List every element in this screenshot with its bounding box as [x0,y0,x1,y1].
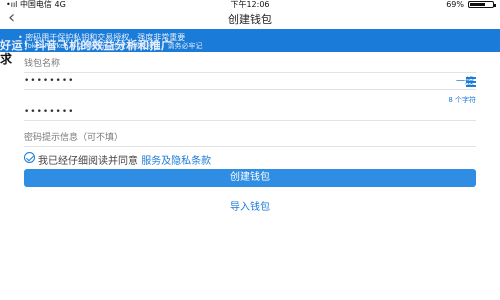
password-value: •••••••• [24,76,75,86]
password-hint-placeholder: 密码提示信息（可不填） [24,133,124,143]
nav-bar: ‹ 创建钱包 [0,9,500,29]
agreement-text: 我已经仔细阅读并同意 服务及隐私条款 [38,152,211,167]
strength-bars-icon [466,77,476,87]
status-time: 下午12:06 [230,0,270,9]
battery-tip [494,4,496,7]
security-notice: • 密码用于保护私钥和交易授权，强度非常重要 • TokenPocket 不存储… [0,29,500,52]
battery-percent: 69% [446,0,464,9]
battery-icon [468,1,496,8]
wallet-name-placeholder: 钱包名称 [24,59,61,69]
create-wallet-button[interactable]: 创建钱包 [24,169,476,187]
terms-link[interactable]: 服务及隐私条款 [141,156,211,167]
check-circle-icon[interactable] [24,152,35,163]
password-field[interactable]: •••••••• [24,71,476,90]
password-hint-field[interactable]: 密码提示信息（可不填） [24,128,476,147]
notice-overlay-text: 好运！抖音飞机的效益分析和推广 [0,39,173,52]
repeat-password-value: •••••••• [24,107,75,117]
status-bar: •ııl 中国电信 4G 下午12:06 69% [0,0,500,9]
repeat-password-field[interactable]: •••••••• [24,102,476,121]
battery-fill [470,3,485,6]
page-title: 创建钱包 [228,13,272,26]
agreement-prefix: 我已经仔细阅读并同意 [38,156,138,167]
import-wallet-link[interactable]: 导入钱包 [0,198,500,213]
stray-text: 求 [0,52,13,66]
